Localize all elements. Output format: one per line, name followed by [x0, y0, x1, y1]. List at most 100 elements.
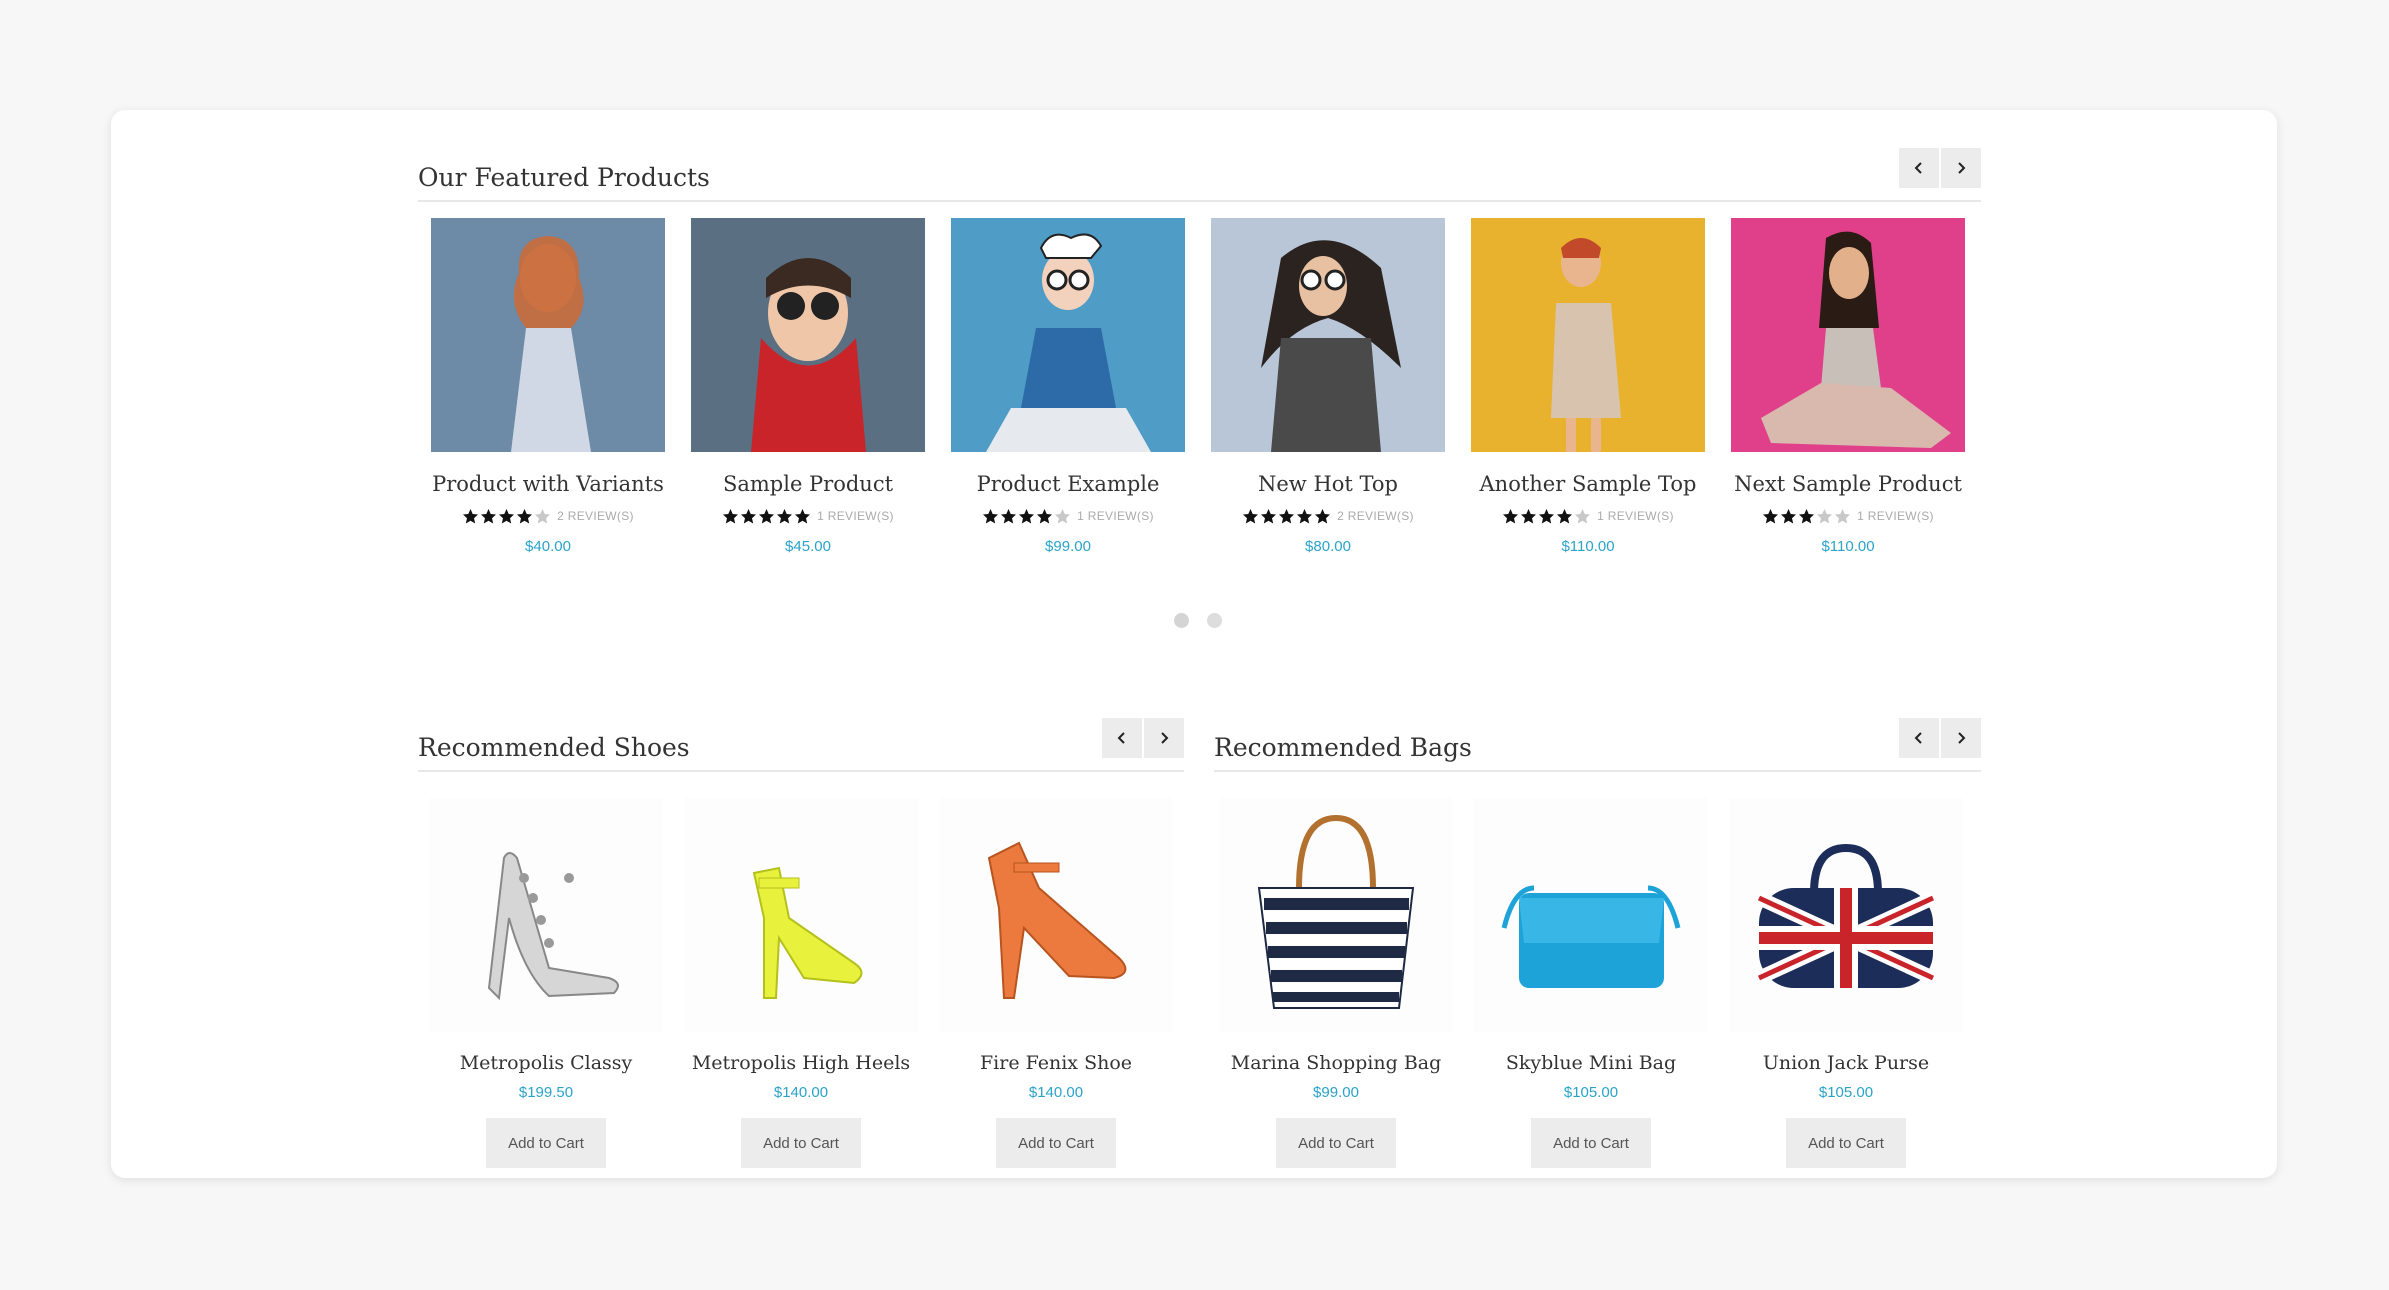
product-name[interactable]: Next Sample Product — [1731, 472, 1965, 496]
product-image[interactable] — [684, 798, 918, 1032]
products-panel: Our Featured Products Product with Varia… — [111, 110, 2277, 1178]
product-name[interactable]: Product Example — [951, 472, 1185, 496]
product-image[interactable] — [1471, 218, 1705, 452]
bag-product[interactable]: Union Jack Purse $105.00 Add to Cart — [1729, 798, 1963, 1168]
review-count[interactable]: 1 REVIEW(S) — [1077, 509, 1154, 523]
rating-stars — [982, 508, 1071, 525]
star-icon — [723, 508, 739, 523]
featured-product[interactable]: Product Example 1 REVIEW(S) $99.00 — [951, 218, 1185, 555]
carousel-pagination — [1174, 613, 1222, 628]
product-image[interactable] — [1474, 798, 1708, 1032]
review-count[interactable]: 2 REVIEW(S) — [1337, 509, 1414, 523]
shoes-header: Recommended Shoes — [418, 718, 1184, 772]
product-name[interactable]: Skyblue Mini Bag — [1474, 1052, 1708, 1074]
bags-prev-button[interactable] — [1899, 718, 1939, 758]
product-image[interactable] — [691, 218, 925, 452]
chevron-left-icon — [1914, 732, 1922, 744]
product-name[interactable]: Marina Shopping Bag — [1219, 1052, 1453, 1074]
product-image[interactable] — [1731, 218, 1965, 452]
product-image[interactable] — [429, 798, 663, 1032]
product-rating: 2 REVIEW(S) — [1211, 506, 1445, 526]
star-icon — [1037, 508, 1053, 523]
product-price: $105.00 — [1818, 1084, 1874, 1101]
featured-next-button[interactable] — [1941, 148, 1981, 188]
product-price: $99.00 — [1045, 538, 1091, 555]
chevron-left-icon — [1117, 732, 1125, 744]
star-icon — [1243, 508, 1259, 523]
shoes-carousel: Metropolis Classy $199.50 Add to Cart Me… — [429, 798, 1179, 1178]
featured-title: Our Featured Products — [418, 163, 710, 192]
star-icon — [1019, 508, 1035, 523]
featured-nav — [1899, 148, 1981, 188]
bag-product[interactable]: Skyblue Mini Bag $105.00 Add to Cart — [1474, 798, 1708, 1168]
star-icon — [1557, 508, 1573, 523]
product-name[interactable]: Fire Fenix Shoe — [939, 1052, 1173, 1074]
product-name[interactable]: Union Jack Purse — [1729, 1052, 1963, 1074]
bags-nav — [1899, 718, 1981, 758]
star-icon — [1279, 508, 1295, 523]
shoes-next-button[interactable] — [1144, 718, 1184, 758]
bags-header: Recommended Bags — [1214, 718, 1981, 772]
star-icon — [1799, 508, 1815, 523]
featured-product[interactable]: Sample Product 1 REVIEW(S) $45.00 — [691, 218, 925, 555]
product-name[interactable]: Product with Variants — [431, 472, 665, 496]
rating-stars — [1242, 508, 1331, 525]
product-image[interactable] — [1729, 798, 1963, 1032]
carousel-dot[interactable] — [1207, 613, 1222, 628]
product-name[interactable]: New Hot Top — [1211, 472, 1445, 496]
star-icon — [1315, 508, 1331, 523]
product-name[interactable]: Metropolis Classy — [429, 1052, 663, 1074]
add-to-cart-button[interactable]: Add to Cart — [1786, 1118, 1906, 1168]
featured-product[interactable]: New Hot Top 2 REVIEW(S) $80.00 — [1211, 218, 1445, 555]
add-to-cart-button[interactable]: Add to Cart — [996, 1118, 1116, 1168]
shoe-product[interactable]: Metropolis High Heels $140.00 Add to Car… — [684, 798, 918, 1168]
product-rating: 1 REVIEW(S) — [951, 506, 1185, 526]
carousel-dot[interactable] — [1174, 613, 1189, 628]
rating-stars — [1502, 508, 1591, 525]
product-name[interactable]: Metropolis High Heels — [684, 1052, 918, 1074]
bag-product[interactable]: Marina Shopping Bag $99.00 Add to Cart — [1219, 798, 1453, 1168]
featured-product[interactable]: Another Sample Top 1 REVIEW(S) $110.00 — [1471, 218, 1705, 555]
product-image[interactable] — [1219, 798, 1453, 1032]
product-image[interactable] — [951, 218, 1185, 452]
add-to-cart-button[interactable]: Add to Cart — [486, 1118, 606, 1168]
chevron-left-icon — [1914, 162, 1922, 174]
star-icon — [795, 508, 811, 523]
review-count[interactable]: 2 REVIEW(S) — [557, 509, 634, 523]
star-icon — [1521, 508, 1537, 523]
product-image[interactable] — [1211, 218, 1445, 452]
bags-next-button[interactable] — [1941, 718, 1981, 758]
chevron-right-icon — [1161, 732, 1169, 744]
product-price: $110.00 — [1821, 538, 1875, 555]
review-count[interactable]: 1 REVIEW(S) — [1597, 509, 1674, 523]
product-rating: 1 REVIEW(S) — [1471, 506, 1705, 526]
star-icon — [759, 508, 775, 523]
product-image[interactable] — [431, 218, 665, 452]
product-name[interactable]: Sample Product — [691, 472, 925, 496]
featured-product[interactable]: Next Sample Product 1 REVIEW(S) $110.00 — [1731, 218, 1965, 555]
product-price: $99.00 — [1313, 1084, 1359, 1101]
featured-product[interactable]: Product with Variants 2 REVIEW(S) $40.00 — [431, 218, 665, 555]
rating-stars — [1762, 508, 1851, 525]
shoe-product[interactable]: Fire Fenix Shoe $140.00 Add to Cart — [939, 798, 1173, 1168]
product-price: $40.00 — [525, 538, 571, 555]
shoe-product[interactable]: Metropolis Classy $199.50 Add to Cart — [429, 798, 663, 1168]
shoes-title: Recommended Shoes — [418, 733, 690, 762]
featured-prev-button[interactable] — [1899, 148, 1939, 188]
add-to-cart-button[interactable]: Add to Cart — [1531, 1118, 1651, 1168]
product-image[interactable] — [939, 798, 1173, 1032]
featured-carousel: Product with Variants 2 REVIEW(S) $40.00… — [431, 218, 1991, 578]
product-price: $110.00 — [1561, 538, 1615, 555]
review-count[interactable]: 1 REVIEW(S) — [817, 509, 894, 523]
rating-stars — [722, 508, 811, 525]
add-to-cart-button[interactable]: Add to Cart — [1276, 1118, 1396, 1168]
star-icon — [1817, 508, 1833, 523]
star-icon — [1001, 508, 1017, 523]
review-count[interactable]: 1 REVIEW(S) — [1857, 509, 1934, 523]
star-icon — [499, 508, 515, 523]
product-name[interactable]: Another Sample Top — [1471, 472, 1705, 496]
product-price: $140.00 — [1028, 1084, 1084, 1101]
add-to-cart-button[interactable]: Add to Cart — [741, 1118, 861, 1168]
star-icon — [1297, 508, 1313, 523]
shoes-prev-button[interactable] — [1102, 718, 1142, 758]
